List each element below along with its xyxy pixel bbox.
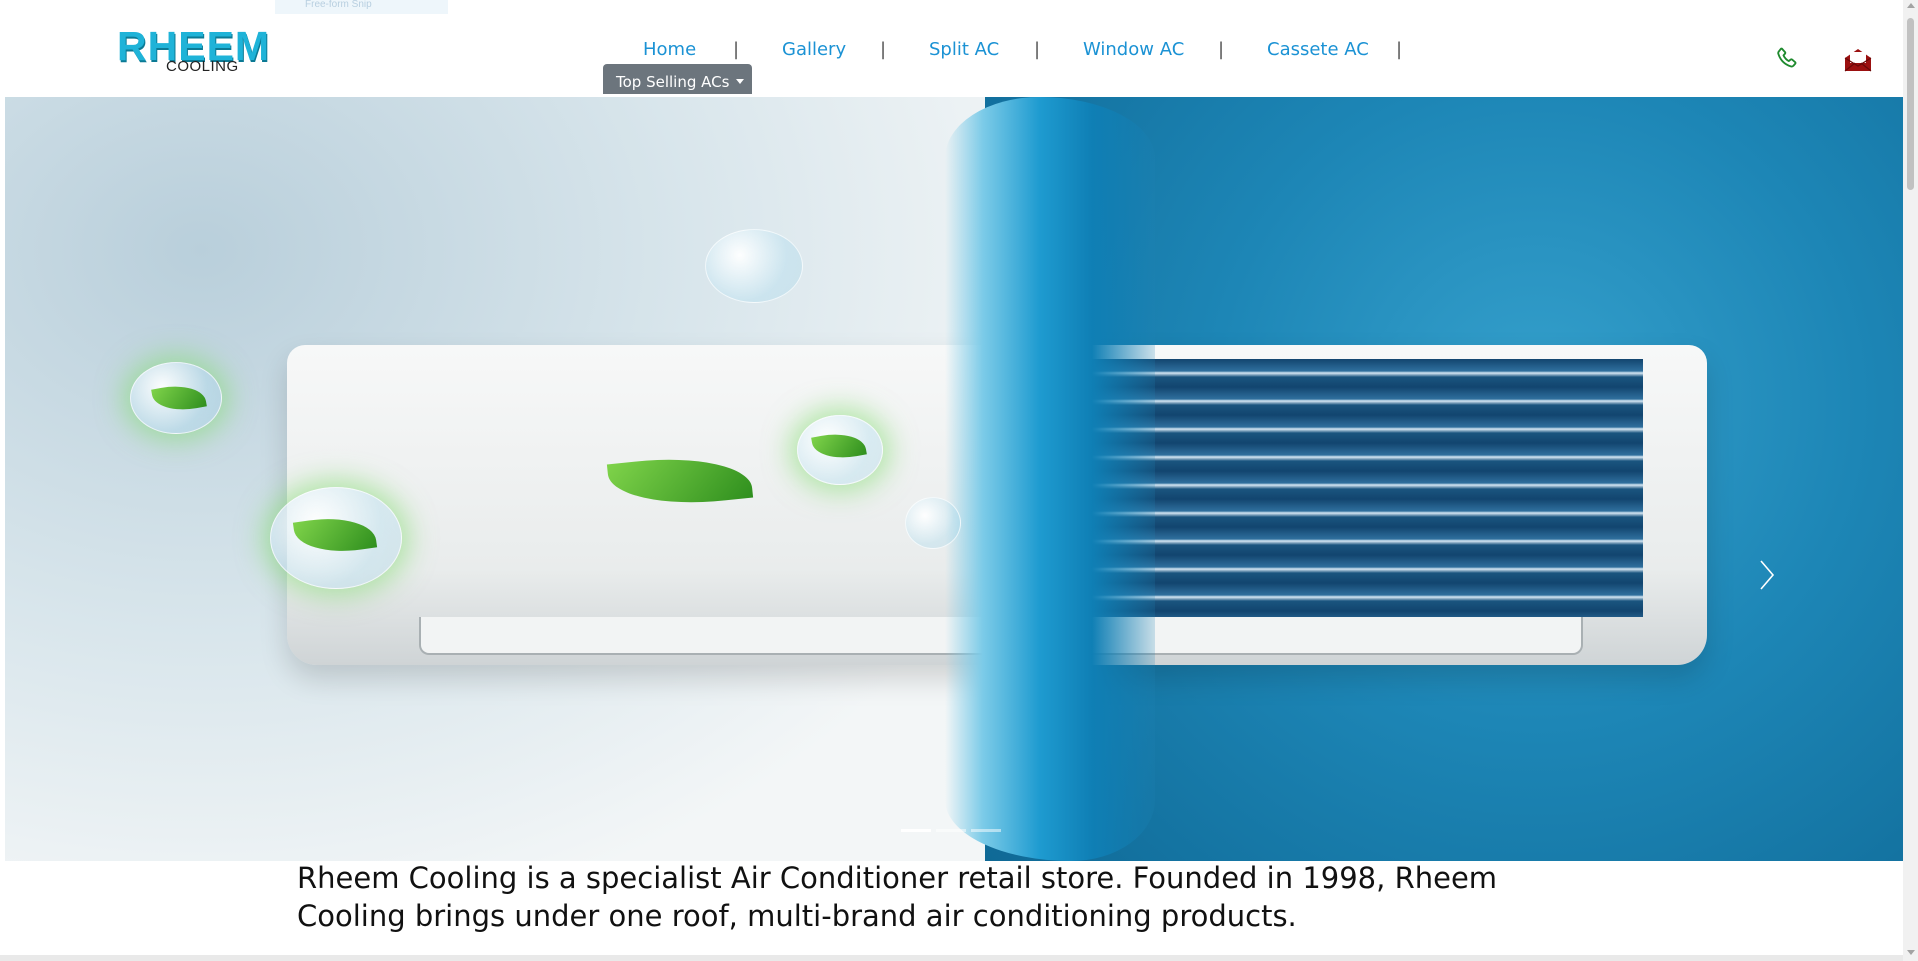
- chevron-right-icon[interactable]: [1757, 559, 1777, 591]
- hero-carousel: [5, 97, 1903, 861]
- carousel-indicator[interactable]: [901, 829, 931, 832]
- bubble: [705, 229, 803, 303]
- intro-paragraph: Rheem Cooling is a specialist Air Condit…: [297, 861, 1498, 933]
- site-header: RHEEM COOLING Free-form Snip Home | Gall…: [0, 0, 1903, 97]
- mail-icon[interactable]: [1843, 47, 1873, 73]
- carousel-indicator[interactable]: [971, 829, 1001, 832]
- nav-separator: |: [1396, 39, 1403, 60]
- nav-split-ac[interactable]: Split AC: [929, 37, 999, 63]
- top-selling-dropdown[interactable]: Top Selling ACs: [603, 64, 752, 94]
- carousel-indicator[interactable]: [936, 829, 966, 832]
- snip-tool-chip: Free-form Snip: [275, 0, 448, 14]
- logo-subtitle: COOLING: [166, 58, 239, 75]
- scroll-up-arrow-icon[interactable]: [1907, 3, 1915, 8]
- nav-cassete-ac[interactable]: Cassete AC: [1267, 37, 1369, 63]
- scroll-down-arrow-icon[interactable]: [1907, 950, 1915, 955]
- caret-down-icon: [736, 79, 745, 84]
- bubble: [905, 497, 961, 549]
- nav-window-ac[interactable]: Window AC: [1083, 37, 1184, 63]
- phone-icon[interactable]: [1773, 45, 1801, 73]
- rheem-logo[interactable]: RHEEM COOLING: [117, 26, 282, 76]
- dropdown-label: Top Selling ACs: [616, 73, 730, 91]
- nav-separator: |: [1218, 39, 1225, 60]
- ac-grille: [1085, 359, 1643, 617]
- nav-home[interactable]: Home: [643, 37, 696, 63]
- nav-separator: |: [733, 39, 740, 60]
- nav-gallery[interactable]: Gallery: [782, 37, 846, 63]
- scroll-thumb[interactable]: [1907, 18, 1914, 190]
- page-bottom-edge: [0, 955, 1903, 961]
- nav-separator: |: [1034, 39, 1041, 60]
- vertical-scrollbar[interactable]: [1903, 0, 1918, 961]
- nav-separator: |: [880, 39, 887, 60]
- water-splash: [945, 97, 1155, 861]
